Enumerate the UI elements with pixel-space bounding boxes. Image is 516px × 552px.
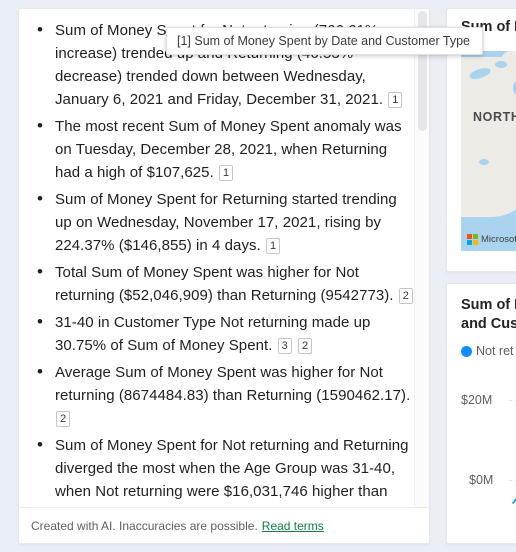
list-item[interactable]: Average Sum of Money Spent was higher fo… — [29, 360, 415, 430]
map-attribution: Microsoft ©2 — [467, 234, 516, 245]
list-item[interactable]: Sum of Money Spent for Returning started… — [29, 187, 415, 257]
line-chart-card[interactable]: Sum of M and Cust Not ret $20M $0M — [446, 283, 516, 544]
attribution-text: Microsoft — [481, 234, 516, 245]
insight-text: Average Sum of Money Spent was higher fo… — [55, 364, 411, 404]
insight-text: Sum of Money Spent for Returning started… — [55, 191, 397, 254]
list-item[interactable]: Total Sum of Money Spent was higher for … — [29, 260, 415, 307]
legend-label: Not ret — [476, 344, 514, 358]
y-axis-tick-label: $0M — [469, 473, 494, 487]
ai-disclaimer-text: Created with AI. Inaccuracies are possib… — [31, 518, 258, 533]
map-surface[interactable]: NORTH Microsoft ©2 — [461, 51, 516, 251]
list-item[interactable]: 31-40 in Customer Type Not returning mad… — [29, 310, 415, 357]
water-body-shape — [495, 61, 507, 68]
legend-color-swatch-icon — [461, 345, 472, 357]
citation-badge[interactable]: 3 — [277, 338, 292, 354]
citation-badge[interactable]: 2 — [56, 411, 71, 427]
insight-text: Sum of Money Spent for Not returning and… — [55, 437, 409, 507]
microsoft-logo-icon — [467, 234, 478, 245]
insights-container: Sum of Money Spent for Not returning (76… — [19, 9, 429, 507]
citation-badge[interactable]: 1 — [219, 165, 234, 181]
landmass-shape — [461, 137, 516, 217]
smart-narrative-card: Sum of Money Spent for Not returning (76… — [18, 8, 430, 544]
gridline — [509, 400, 516, 401]
list-item[interactable]: Sum of Money Spent for Not returning and… — [29, 433, 415, 507]
chart-series-not-returning — [509, 475, 516, 509]
tooltip-label: [1] Sum of Money Spent by Date and Custo… — [177, 34, 470, 48]
citation-badge[interactable]: 1 — [388, 92, 403, 108]
insights-list: Sum of Money Spent for Not returning (76… — [29, 18, 415, 507]
report-canvas: Sum of Money Spent for Not returning (76… — [0, 0, 516, 552]
chart-legend[interactable]: Not ret — [447, 334, 516, 358]
insight-text: 31-40 in Customer Type Not returning mad… — [55, 314, 371, 354]
chart-card-title: Sum of M and Cust — [447, 284, 516, 334]
citation-badge[interactable]: 2 — [398, 288, 413, 304]
narrative-footer: Created with AI. Inaccuracies are possib… — [19, 507, 429, 543]
insight-text: Total Sum of Money Spent was higher for … — [55, 264, 394, 304]
y-axis-tick-label: $20M — [461, 393, 493, 407]
citation-tooltip: [1] Sum of Money Spent by Date and Custo… — [166, 27, 483, 55]
water-body-shape — [479, 159, 489, 165]
read-terms-link[interactable]: Read terms — [262, 519, 324, 533]
chart-title-line-2: and Cust — [461, 316, 516, 332]
vertical-scrollbar[interactable] — [414, 9, 429, 509]
list-item[interactable]: The most recent Sum of Money Spent anoma… — [29, 114, 415, 184]
map-region-label: NORTH — [473, 110, 516, 124]
citation-badge[interactable]: 2 — [298, 338, 313, 354]
chart-title-line-1: Sum of M — [461, 297, 516, 313]
series-line-path — [512, 497, 516, 504]
chart-plot-area[interactable]: $20M $0M — [447, 379, 516, 509]
citation-badge[interactable]: 1 — [265, 238, 281, 254]
